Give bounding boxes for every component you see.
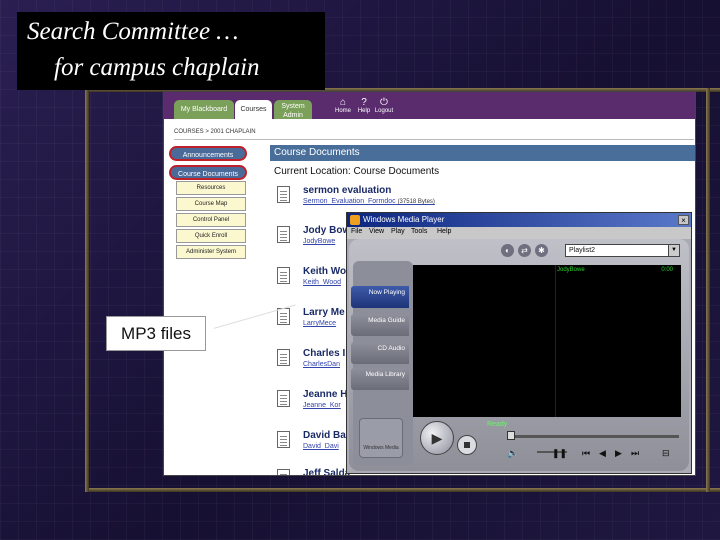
playlist-pane [555,265,681,417]
gear-icon: ✱ [538,246,545,255]
document-icon [277,226,290,243]
status-text: Ready [487,421,508,428]
task-media-guide[interactable]: Media Guide [351,314,409,336]
breadcrumb[interactable]: COURSES > 2001 CHAPLAIN [174,129,256,135]
media-player-window: Windows Media Player × File View Play To… [346,212,692,474]
logout-label: Logout [374,108,394,114]
document-title: David Ba [303,430,346,441]
nav-control-panel[interactable]: Control Panel [176,213,246,227]
document-icon [277,267,290,284]
close-button[interactable]: × [678,215,689,225]
document-size: (37518 Bytes) [397,199,435,205]
media-player-title: Windows Media Player [363,215,445,224]
shuffle-icon: ⇄ [521,246,528,255]
document-link[interactable]: David_Davi [303,443,339,450]
document-icon [277,349,290,366]
media-player-icon [350,215,360,225]
document-link[interactable]: JodyBowe [303,238,335,245]
document-title: Jody Bow [303,225,351,236]
document-icon [277,390,290,407]
document-title: Charles I [303,348,346,359]
media-player-titlebar[interactable]: Windows Media Player × [347,213,691,227]
document-title: Jeanne H [303,389,348,400]
playlist-select[interactable]: Playlist2 ▼ [565,244,680,257]
nav-course-documents[interactable]: Course Documents [169,165,247,180]
document-link[interactable]: Sermon_Evaluation_Formdoc (37518 Bytes) [303,198,435,205]
shuffle-button[interactable]: ⇄ [518,244,531,257]
document-link[interactable]: Jeanne_Kor [303,402,341,409]
tab-my-blackboard[interactable]: My Blackboard [174,100,234,119]
frame-right-line [706,88,710,492]
nav-resources[interactable]: Resources [176,181,246,195]
logout-icon: ⏻ [380,97,388,108]
document-link[interactable]: LarryMece [303,320,336,327]
compact-mode-icon[interactable]: ⊟ [662,448,670,459]
document-title: sermon evaluation [303,185,392,196]
play-icon: ▶ [431,430,443,446]
menu-view[interactable]: View [369,228,384,235]
help-label: Help [357,108,371,114]
mute-icon[interactable]: 🔈 [507,448,518,459]
callout-mp3-files: MP3 files [106,316,206,351]
frame-left-line [85,88,89,492]
document-link[interactable]: CharlesDan [303,361,340,368]
task-media-library[interactable]: Media Library [351,368,409,390]
forward-icon[interactable]: ▶ [615,448,622,459]
logout-button[interactable]: ⏻ Logout [373,97,395,114]
play-button[interactable]: ▶ [420,421,454,455]
document-link[interactable]: Keith_Wood [303,279,341,286]
nav-announcements[interactable]: Announcements [169,146,247,161]
seek-thumb[interactable] [507,431,515,440]
next-icon[interactable]: ⏭ [631,448,639,459]
elapsed-time: 0:00 [661,267,673,273]
menu-file[interactable]: File [351,228,362,235]
pause-icon[interactable]: ❚❚ [552,448,567,459]
tab-courses[interactable]: Courses [235,100,272,119]
document-title: Jeff Salda [303,468,351,476]
blackboard-header: My Blackboard Courses System Admin ⌂ Hom… [164,92,695,119]
previous-icon[interactable]: ⏮ [582,448,590,459]
document-icon [277,431,290,448]
menu-tools[interactable]: Tools [411,228,427,235]
breadcrumb-divider [174,139,694,140]
nav-course-map[interactable]: Course Map [176,197,246,211]
now-playing-title: JodyBowe [557,267,585,273]
menu-bar: File View Play Tools Help [347,227,691,239]
visualization-area [413,265,555,417]
document-title: Keith Wo [303,266,347,277]
home-label: Home [334,108,351,114]
menu-play[interactable]: Play [391,228,405,235]
document-link-text[interactable]: Sermon_Evaluation_Formdoc [303,198,396,205]
menu-help[interactable]: Help [437,228,451,235]
help-button[interactable]: ? Help [353,97,375,114]
playlist-value: Playlist2 [569,247,596,254]
nav-quick-enroll[interactable]: Quick Enroll [176,229,246,243]
document-icon [277,469,290,475]
current-location: Current Location: Course Documents [274,166,440,177]
frame-bottom-line [85,488,720,492]
chevron-down-icon[interactable]: ▼ [668,245,679,256]
task-cd-audio[interactable]: CD Audio [351,342,409,364]
slide-title-line2: for campus chaplain [54,54,260,81]
settings-button[interactable]: ✱ [535,244,548,257]
stop-button[interactable] [457,435,477,455]
home-button[interactable]: ⌂ Home [332,97,354,114]
visualization-button[interactable]: ◐ [501,244,514,257]
section-title-bar: Course Documents [270,145,695,161]
home-icon: ⌂ [339,97,347,108]
rewind-icon[interactable]: ◀ [599,448,606,459]
document-title: Larry Me [303,307,345,318]
tab-system-admin[interactable]: System Admin [274,100,312,119]
nav-administer-system[interactable]: Administer System [176,245,246,259]
task-now-playing[interactable]: Now Playing [351,286,409,308]
document-icon [277,308,290,325]
slide-title-line1: Search Committee … [27,18,239,45]
windows-media-logo: Windows Media [359,418,403,458]
document-icon [277,186,290,203]
seek-bar[interactable] [507,435,679,438]
visualization-icon: ◐ [505,246,510,255]
help-icon: ? [361,97,367,108]
